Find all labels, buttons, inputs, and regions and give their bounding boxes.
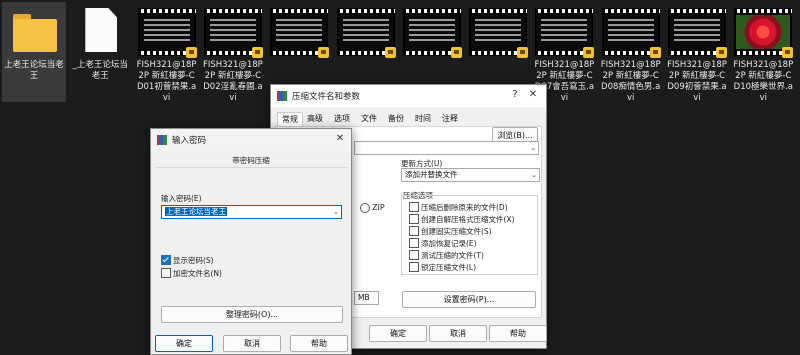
chevron-down-icon: ⌄ [333,208,339,216]
winrar-icon [157,135,167,145]
lock-icon [716,47,727,58]
archive-dialog-title: 压缩文件名和参数 [292,92,361,102]
lock-icon [517,47,529,58]
password-input[interactable]: 上老王论坛当老王 ⌄ [161,205,342,219]
password-dialog-title: 输入密码 [172,136,207,146]
option-checkbox[interactable] [409,214,419,224]
archive-help-button[interactable]: 帮助 [489,325,547,342]
organize-passwords-button[interactable]: 整理密码(O)... [161,306,343,323]
desktop-file[interactable]: FISH321@18P2P 新紅樓夢-CD02淫亂春圃.avi [201,2,265,103]
option-label: 创建自解压格式压缩文件(X) [421,215,515,224]
lock-icon [782,47,794,58]
lock-icon [185,47,197,58]
desktop-file[interactable]: FISH321@18P2P 新紅樓夢-CD01初薈禁果.avi [135,2,199,103]
format-zip-radio[interactable] [360,203,370,213]
option-checkbox[interactable] [409,226,419,236]
archive-dialog-titlebar[interactable]: 压缩文件名和参数 ? ✕ [271,85,546,107]
video-thumbnail [668,8,727,58]
rose-thumbnail [734,8,794,58]
lock-icon [649,47,661,58]
video-thumbnail [535,8,595,58]
lock-icon [384,47,396,58]
document-icon [71,8,129,56]
update-mode-value: 添加并替换文件 [405,170,458,179]
video-thumbnail [402,8,462,58]
chevron-down-icon: ⌄ [531,171,537,179]
password-cancel-button[interactable]: 取消 [223,335,281,352]
tab-time[interactable]: 时间 [411,112,435,126]
video-thumbnail [203,8,263,58]
file-name: FISH321@18P2P 新紅樓夢-CD01初薈禁果.avi [136,60,197,103]
chevron-down-icon: ⌄ [530,144,536,152]
tab-comment[interactable]: 注释 [438,112,462,126]
update-mode-select[interactable]: 添加并替换文件 ⌄ [401,168,540,182]
password-dialog-subtitle: 带密码压缩 [232,156,270,165]
password-dialog: 输入密码 ✕ 带密码压缩 输入密码(E) 上老王论坛当老王 ⌄ 显示密码(S) … [150,128,352,355]
password-input-label: 输入密码(E) [161,194,202,203]
option-checkbox[interactable] [409,250,419,260]
winrar-icon [277,91,287,101]
tab-options[interactable]: 选项 [330,112,354,126]
volume-unit-value: MB [358,293,370,302]
desktop-file[interactable]: _上老王论坛当老王 [68,2,132,102]
file-name: 上老王论坛当老王 [4,60,64,81]
close-icon[interactable]: ✕ [333,132,347,146]
set-password-button[interactable]: 设置密码(P)... [402,291,536,308]
option-checkbox[interactable] [409,238,419,248]
video-thumbnail [336,8,396,58]
file-name: FISH321@18P2P 新紅樓夢-CD10極樂世界.avi [733,60,794,103]
password-help-button[interactable]: 帮助 [290,335,348,352]
password-ok-button[interactable]: 确定 [155,335,213,352]
close-icon[interactable]: ✕ [526,88,540,102]
file-name: FISH321@18P2P 新紅樓夢-CD08痴情色男.avi [600,60,661,103]
lock-icon [583,47,595,58]
password-dialog-titlebar[interactable]: 输入密码 ✕ [151,129,351,151]
tab-advanced[interactable]: 高级 [303,112,327,126]
archive-name-input[interactable]: ⌄ [354,141,539,155]
format-zip-label: ZIP [372,203,385,212]
file-name: FISH321@18P2P 新紅樓夢-CD09初薈禁果.avi [667,60,727,103]
lock-icon [450,47,462,58]
show-password-checkbox[interactable] [161,255,171,265]
option-label: 测试压缩的文件(T) [421,251,484,260]
help-icon[interactable]: ? [508,88,522,102]
volume-size-unit[interactable]: MB [354,291,379,305]
lock-icon [251,47,263,58]
encrypt-filenames-label: 加密文件名(N) [173,269,222,278]
desktop-file[interactable]: 上老王论坛当老王 [2,2,66,102]
tab-files[interactable]: 文件 [357,112,381,126]
option-label: 压缩后删除原来的文件(D) [421,203,508,212]
desktop-file[interactable]: FISH321@18P2P 新紅樓夢-CD10極樂世界.avi [731,2,795,103]
option-checkbox[interactable] [409,202,419,212]
video-thumbnail [137,8,197,58]
archive-ok-button[interactable]: 确定 [369,325,427,342]
encrypt-filenames-checkbox[interactable] [161,268,171,278]
video-thumbnail [601,8,661,58]
archive-cancel-button[interactable]: 取消 [429,325,487,342]
tab-general[interactable]: 常规 [277,112,303,127]
file-name: FISH321@18P2P 新紅樓夢-CD02淫亂春圃.avi [202,60,263,103]
option-checkbox[interactable] [409,262,419,272]
option-label: 创建固实压缩文件(S) [421,227,492,236]
folder-icon [5,8,63,56]
desktop-file[interactable]: FISH321@18P2P 新紅樓夢-CD08痴情色男.avi [599,2,663,103]
option-label: 锁定压缩文件(L) [421,263,477,272]
lock-icon [318,47,330,58]
option-label: 添加恢复记录(E) [421,239,477,248]
video-thumbnail [469,8,529,58]
video-thumbnail [270,8,330,58]
tab-backup[interactable]: 备份 [384,112,408,126]
file-name: _上老王论坛当老王 [72,60,128,81]
password-value: 上老王论坛当老王 [165,207,227,216]
divider [155,167,347,168]
show-password-label: 显示密码(S) [173,256,214,265]
desktop-file[interactable]: FISH321@18P2P 新紅樓夢-CD09初薈禁果.avi [665,2,729,103]
